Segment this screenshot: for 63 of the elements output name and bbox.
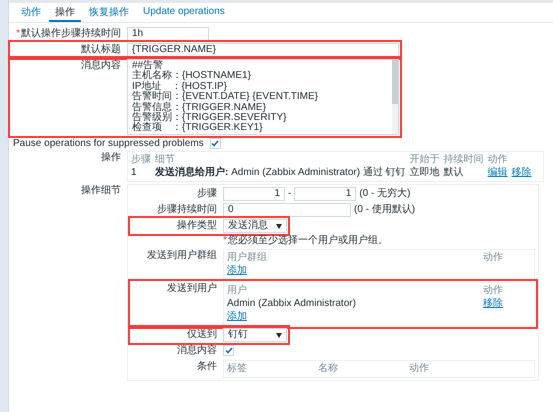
- column-header: 步骤: [131, 154, 155, 167]
- message-textarea[interactable]: ##告警 主机名称：{HOSTNAME1} IP地址 ：{HOST.IP} 告警时间：{EVENT.DATE} {EVENT.TIME} 告警信息：{TRIGGER.NAME} 告警级别：{TRIGGER.SEVERITY} 检查项 ：{TRIGGER.KEY1}: [127, 59, 399, 135]
- tab[interactable]: 动作: [15, 3, 47, 22]
- input-field[interactable]: 1: [223, 187, 285, 201]
- message-line: 告警信息：{TRIGGER.NAME}: [132, 102, 266, 113]
- action-link[interactable]: 编辑: [488, 167, 508, 178]
- caret-icon: [276, 224, 282, 228]
- column-header: 细节: [155, 154, 410, 167]
- range-separator: -: [288, 188, 292, 200]
- column-header: 持续时间: [444, 154, 488, 167]
- input-field[interactable]: 1: [294, 187, 356, 201]
- action-link[interactable]: 移除: [512, 167, 532, 178]
- field-label: 发送到用户群组: [146, 249, 217, 263]
- field-label: 默认标题: [80, 43, 121, 57]
- table-cell: 立即地: [410, 167, 444, 179]
- field-label: 条件: [196, 360, 217, 374]
- field-label: 操作: [100, 151, 121, 165]
- column-header: 名称: [318, 363, 339, 375]
- column-header: 动作: [483, 252, 504, 264]
- table-cell: 发送消息给用户: Admin (Zabbix Administrator) 通过 钉钉: [155, 167, 410, 179]
- column-header: 开始于: [410, 154, 444, 167]
- message-line: ##告警: [132, 61, 164, 71]
- tab[interactable]: Update operations: [137, 3, 231, 22]
- field-label: 消息内容: [80, 59, 121, 73]
- add-link[interactable]: 添加: [227, 265, 247, 276]
- column-header: 动作: [488, 154, 540, 167]
- column-header: 动作: [409, 363, 430, 375]
- checkbox[interactable]: [210, 138, 221, 149]
- scrollbar[interactable]: [392, 60, 398, 134]
- field-label: 消息内容: [176, 344, 217, 358]
- remove-link[interactable]: 移除: [483, 298, 527, 310]
- field-label: Pause operations for suppressed problems: [13, 138, 204, 148]
- field-label: 步骤持续时间: [156, 203, 217, 217]
- tab[interactable]: 操作: [49, 3, 81, 22]
- caret-icon: [276, 332, 282, 338]
- column-header: 标签: [227, 363, 248, 375]
- field-label: 操作类型: [176, 219, 217, 233]
- message-line: 主机名称：{HOSTNAME1}: [132, 71, 252, 82]
- table-cell-text: Admin (Zabbix Administrator): [227, 298, 357, 310]
- input-field[interactable]: 0: [223, 203, 351, 217]
- checkbox[interactable]: [223, 345, 234, 356]
- field-hint: (0 - 无穷大): [359, 187, 410, 201]
- message-line: 告警时间：{EVENT.DATE} {EVENT.TIME}: [132, 92, 319, 102]
- field-hint: (0 - 使用默认): [354, 203, 416, 217]
- message-line: 检查项 ：{TRIGGER.KEY1}: [132, 123, 263, 134]
- field-label: 发送到用户: [166, 282, 217, 296]
- column-header: 动作: [483, 285, 504, 297]
- column-header: 用户: [227, 285, 248, 297]
- field-label: *默认操作步骤持续时间: [15, 27, 121, 41]
- table-cell: 1: [131, 167, 155, 179]
- table-cell: 默认: [444, 167, 488, 179]
- field-label: 操作细节: [80, 184, 121, 198]
- tab[interactable]: 恢复操作: [83, 3, 135, 22]
- message-line: IP地址 ：{HOST.IP}: [132, 82, 228, 92]
- field-label: 仅送到: [186, 328, 217, 342]
- field-label: 步骤: [196, 187, 217, 201]
- dropdown[interactable]: 钉钉: [223, 328, 287, 342]
- input-field[interactable]: {TRIGGER.NAME}: [127, 43, 399, 57]
- dropdown[interactable]: 发送消息: [223, 219, 287, 233]
- input-field[interactable]: 1h: [127, 27, 209, 41]
- column-header: 用户群组: [227, 252, 268, 264]
- warning-text: *您必须至少选择一个用户或用户组。: [222, 235, 389, 247]
- add-link[interactable]: 添加: [227, 311, 247, 322]
